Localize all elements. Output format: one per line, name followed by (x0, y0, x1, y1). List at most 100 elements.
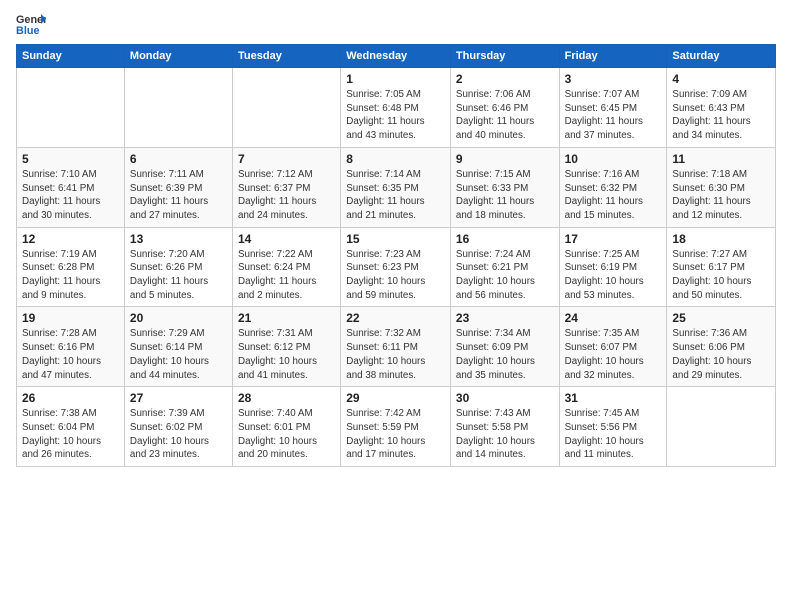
svg-text:Blue: Blue (16, 25, 39, 36)
day-info: Sunrise: 7:19 AM Sunset: 6:28 PM Dayligh… (22, 248, 119, 303)
logo: General Blue (16, 12, 46, 36)
calendar-week-2: 5 Sunrise: 7:10 AM Sunset: 6:41 PM Daylig… (17, 147, 776, 227)
day-info: Sunrise: 7:28 AM Sunset: 6:16 PM Dayligh… (22, 327, 119, 382)
calendar-cell (667, 387, 776, 467)
day-number: 11 (672, 152, 770, 166)
day-info: Sunrise: 7:27 AM Sunset: 6:17 PM Dayligh… (672, 248, 770, 303)
day-number: 22 (346, 311, 445, 325)
calendar-cell: 6Sunrise: 7:11 AM Sunset: 6:39 PM Daylig… (124, 147, 232, 227)
calendar-cell: 18 Sunrise: 7:27 AM Sunset: 6:17 PM Dayli… (667, 227, 776, 307)
calendar-cell: 22 Sunrise: 7:32 AM Sunset: 6:11 PM Dayli… (341, 307, 451, 387)
day-number: 24 (565, 311, 662, 325)
calendar-week-3: 12 Sunrise: 7:19 AM Sunset: 6:28 PM Dayli… (17, 227, 776, 307)
calendar-cell: 31Sunrise: 7:45 AM Sunset: 5:56 PM Dayli… (559, 387, 667, 467)
calendar-cell: 2 Sunrise: 7:06 AM Sunset: 6:46 PM Daylig… (450, 68, 559, 148)
calendar-cell: 10Sunrise: 7:16 AM Sunset: 6:32 PM Dayli… (559, 147, 667, 227)
day-number: 29 (346, 391, 445, 405)
calendar-cell: 5 Sunrise: 7:10 AM Sunset: 6:41 PM Daylig… (17, 147, 125, 227)
day-number: 30 (456, 391, 554, 405)
day-info: Sunrise: 7:06 AM Sunset: 6:46 PM Dayligh… (456, 88, 554, 143)
day-number: 23 (456, 311, 554, 325)
day-info: Sunrise: 7:32 AM Sunset: 6:11 PM Dayligh… (346, 327, 445, 382)
day-info: Sunrise: 7:14 AM Sunset: 6:35 PM Dayligh… (346, 168, 445, 223)
day-number: 27 (130, 391, 227, 405)
calendar-cell: 16 Sunrise: 7:24 AM Sunset: 6:21 PM Dayli… (450, 227, 559, 307)
day-number: 21 (238, 311, 335, 325)
calendar-cell: 15 Sunrise: 7:23 AM Sunset: 6:23 PM Dayli… (341, 227, 451, 307)
calendar-cell: 4 Sunrise: 7:09 AM Sunset: 6:43 PM Daylig… (667, 68, 776, 148)
calendar-cell: 29 Sunrise: 7:42 AM Sunset: 5:59 PM Dayli… (341, 387, 451, 467)
day-number: 6 (130, 152, 227, 166)
day-info: Sunrise: 7:16 AM Sunset: 6:32 PM Dayligh… (565, 168, 662, 223)
weekday-header-saturday: Saturday (667, 45, 776, 68)
day-info: Sunrise: 7:05 AM Sunset: 6:48 PM Dayligh… (346, 88, 445, 143)
day-number: 14 (238, 232, 335, 246)
calendar-cell: 27 Sunrise: 7:39 AM Sunset: 6:02 PM Dayli… (124, 387, 232, 467)
calendar-cell: 1 Sunrise: 7:05 AM Sunset: 6:48 PM Daylig… (341, 68, 451, 148)
day-info: Sunrise: 7:43 AM Sunset: 5:58 PM Dayligh… (456, 407, 554, 462)
weekday-header-friday: Friday (559, 45, 667, 68)
day-info: Sunrise: 7:09 AM Sunset: 6:43 PM Dayligh… (672, 88, 770, 143)
calendar-cell (233, 68, 341, 148)
day-info: Sunrise: 7:20 AM Sunset: 6:26 PM Dayligh… (130, 248, 227, 303)
calendar-cell: 3Sunrise: 7:07 AM Sunset: 6:45 PM Daylig… (559, 68, 667, 148)
day-number: 5 (22, 152, 119, 166)
weekday-header-tuesday: Tuesday (233, 45, 341, 68)
day-info: Sunrise: 7:39 AM Sunset: 6:02 PM Dayligh… (130, 407, 227, 462)
day-number: 1 (346, 72, 445, 86)
day-number: 8 (346, 152, 445, 166)
weekday-header-row: SundayMondayTuesdayWednesdayThursdayFrid… (17, 45, 776, 68)
calendar-cell: 7Sunrise: 7:12 AM Sunset: 6:37 PM Daylig… (233, 147, 341, 227)
calendar-cell: 8 Sunrise: 7:14 AM Sunset: 6:35 PM Daylig… (341, 147, 451, 227)
day-info: Sunrise: 7:23 AM Sunset: 6:23 PM Dayligh… (346, 248, 445, 303)
day-info: Sunrise: 7:25 AM Sunset: 6:19 PM Dayligh… (565, 248, 662, 303)
weekday-header-thursday: Thursday (450, 45, 559, 68)
day-number: 26 (22, 391, 119, 405)
calendar-cell: 17 Sunrise: 7:25 AM Sunset: 6:19 PM Dayli… (559, 227, 667, 307)
day-number: 18 (672, 232, 770, 246)
day-number: 19 (22, 311, 119, 325)
page-container: General Blue SundayMondayTuesdayWednesda… (0, 0, 792, 475)
calendar-table: SundayMondayTuesdayWednesdayThursdayFrid… (16, 44, 776, 467)
day-info: Sunrise: 7:29 AM Sunset: 6:14 PM Dayligh… (130, 327, 227, 382)
day-number: 13 (130, 232, 227, 246)
day-info: Sunrise: 7:36 AM Sunset: 6:06 PM Dayligh… (672, 327, 770, 382)
day-number: 25 (672, 311, 770, 325)
day-info: Sunrise: 7:42 AM Sunset: 5:59 PM Dayligh… (346, 407, 445, 462)
calendar-cell: 25 Sunrise: 7:36 AM Sunset: 6:06 PM Dayli… (667, 307, 776, 387)
calendar-week-4: 19 Sunrise: 7:28 AM Sunset: 6:16 PM Dayli… (17, 307, 776, 387)
day-info: Sunrise: 7:34 AM Sunset: 6:09 PM Dayligh… (456, 327, 554, 382)
day-number: 2 (456, 72, 554, 86)
day-info: Sunrise: 7:31 AM Sunset: 6:12 PM Dayligh… (238, 327, 335, 382)
day-info: Sunrise: 7:35 AM Sunset: 6:07 PM Dayligh… (565, 327, 662, 382)
day-info: Sunrise: 7:45 AM Sunset: 5:56 PM Dayligh… (565, 407, 662, 462)
calendar-cell: 20 Sunrise: 7:29 AM Sunset: 6:14 PM Dayli… (124, 307, 232, 387)
day-info: Sunrise: 7:10 AM Sunset: 6:41 PM Dayligh… (22, 168, 119, 223)
calendar-cell: 23 Sunrise: 7:34 AM Sunset: 6:09 PM Dayli… (450, 307, 559, 387)
weekday-header-sunday: Sunday (17, 45, 125, 68)
day-info: Sunrise: 7:22 AM Sunset: 6:24 PM Dayligh… (238, 248, 335, 303)
day-info: Sunrise: 7:15 AM Sunset: 6:33 PM Dayligh… (456, 168, 554, 223)
day-number: 17 (565, 232, 662, 246)
day-number: 16 (456, 232, 554, 246)
day-number: 20 (130, 311, 227, 325)
day-info: Sunrise: 7:18 AM Sunset: 6:30 PM Dayligh… (672, 168, 770, 223)
day-number: 3 (565, 72, 662, 86)
day-number: 15 (346, 232, 445, 246)
weekday-header-monday: Monday (124, 45, 232, 68)
day-number: 7 (238, 152, 335, 166)
calendar-cell: 28Sunrise: 7:40 AM Sunset: 6:01 PM Dayli… (233, 387, 341, 467)
calendar-cell: 30 Sunrise: 7:43 AM Sunset: 5:58 PM Dayli… (450, 387, 559, 467)
calendar-cell: 11 Sunrise: 7:18 AM Sunset: 6:30 PM Dayli… (667, 147, 776, 227)
calendar-cell: 26 Sunrise: 7:38 AM Sunset: 6:04 PM Dayli… (17, 387, 125, 467)
calendar-cell: 21 Sunrise: 7:31 AM Sunset: 6:12 PM Dayli… (233, 307, 341, 387)
day-number: 4 (672, 72, 770, 86)
calendar-cell: 19 Sunrise: 7:28 AM Sunset: 6:16 PM Dayli… (17, 307, 125, 387)
calendar-cell: 13 Sunrise: 7:20 AM Sunset: 6:26 PM Dayli… (124, 227, 232, 307)
calendar-week-1: 1 Sunrise: 7:05 AM Sunset: 6:48 PM Daylig… (17, 68, 776, 148)
day-number: 12 (22, 232, 119, 246)
weekday-header-wednesday: Wednesday (341, 45, 451, 68)
day-info: Sunrise: 7:38 AM Sunset: 6:04 PM Dayligh… (22, 407, 119, 462)
calendar-cell: 9Sunrise: 7:15 AM Sunset: 6:33 PM Daylig… (450, 147, 559, 227)
day-info: Sunrise: 7:24 AM Sunset: 6:21 PM Dayligh… (456, 248, 554, 303)
